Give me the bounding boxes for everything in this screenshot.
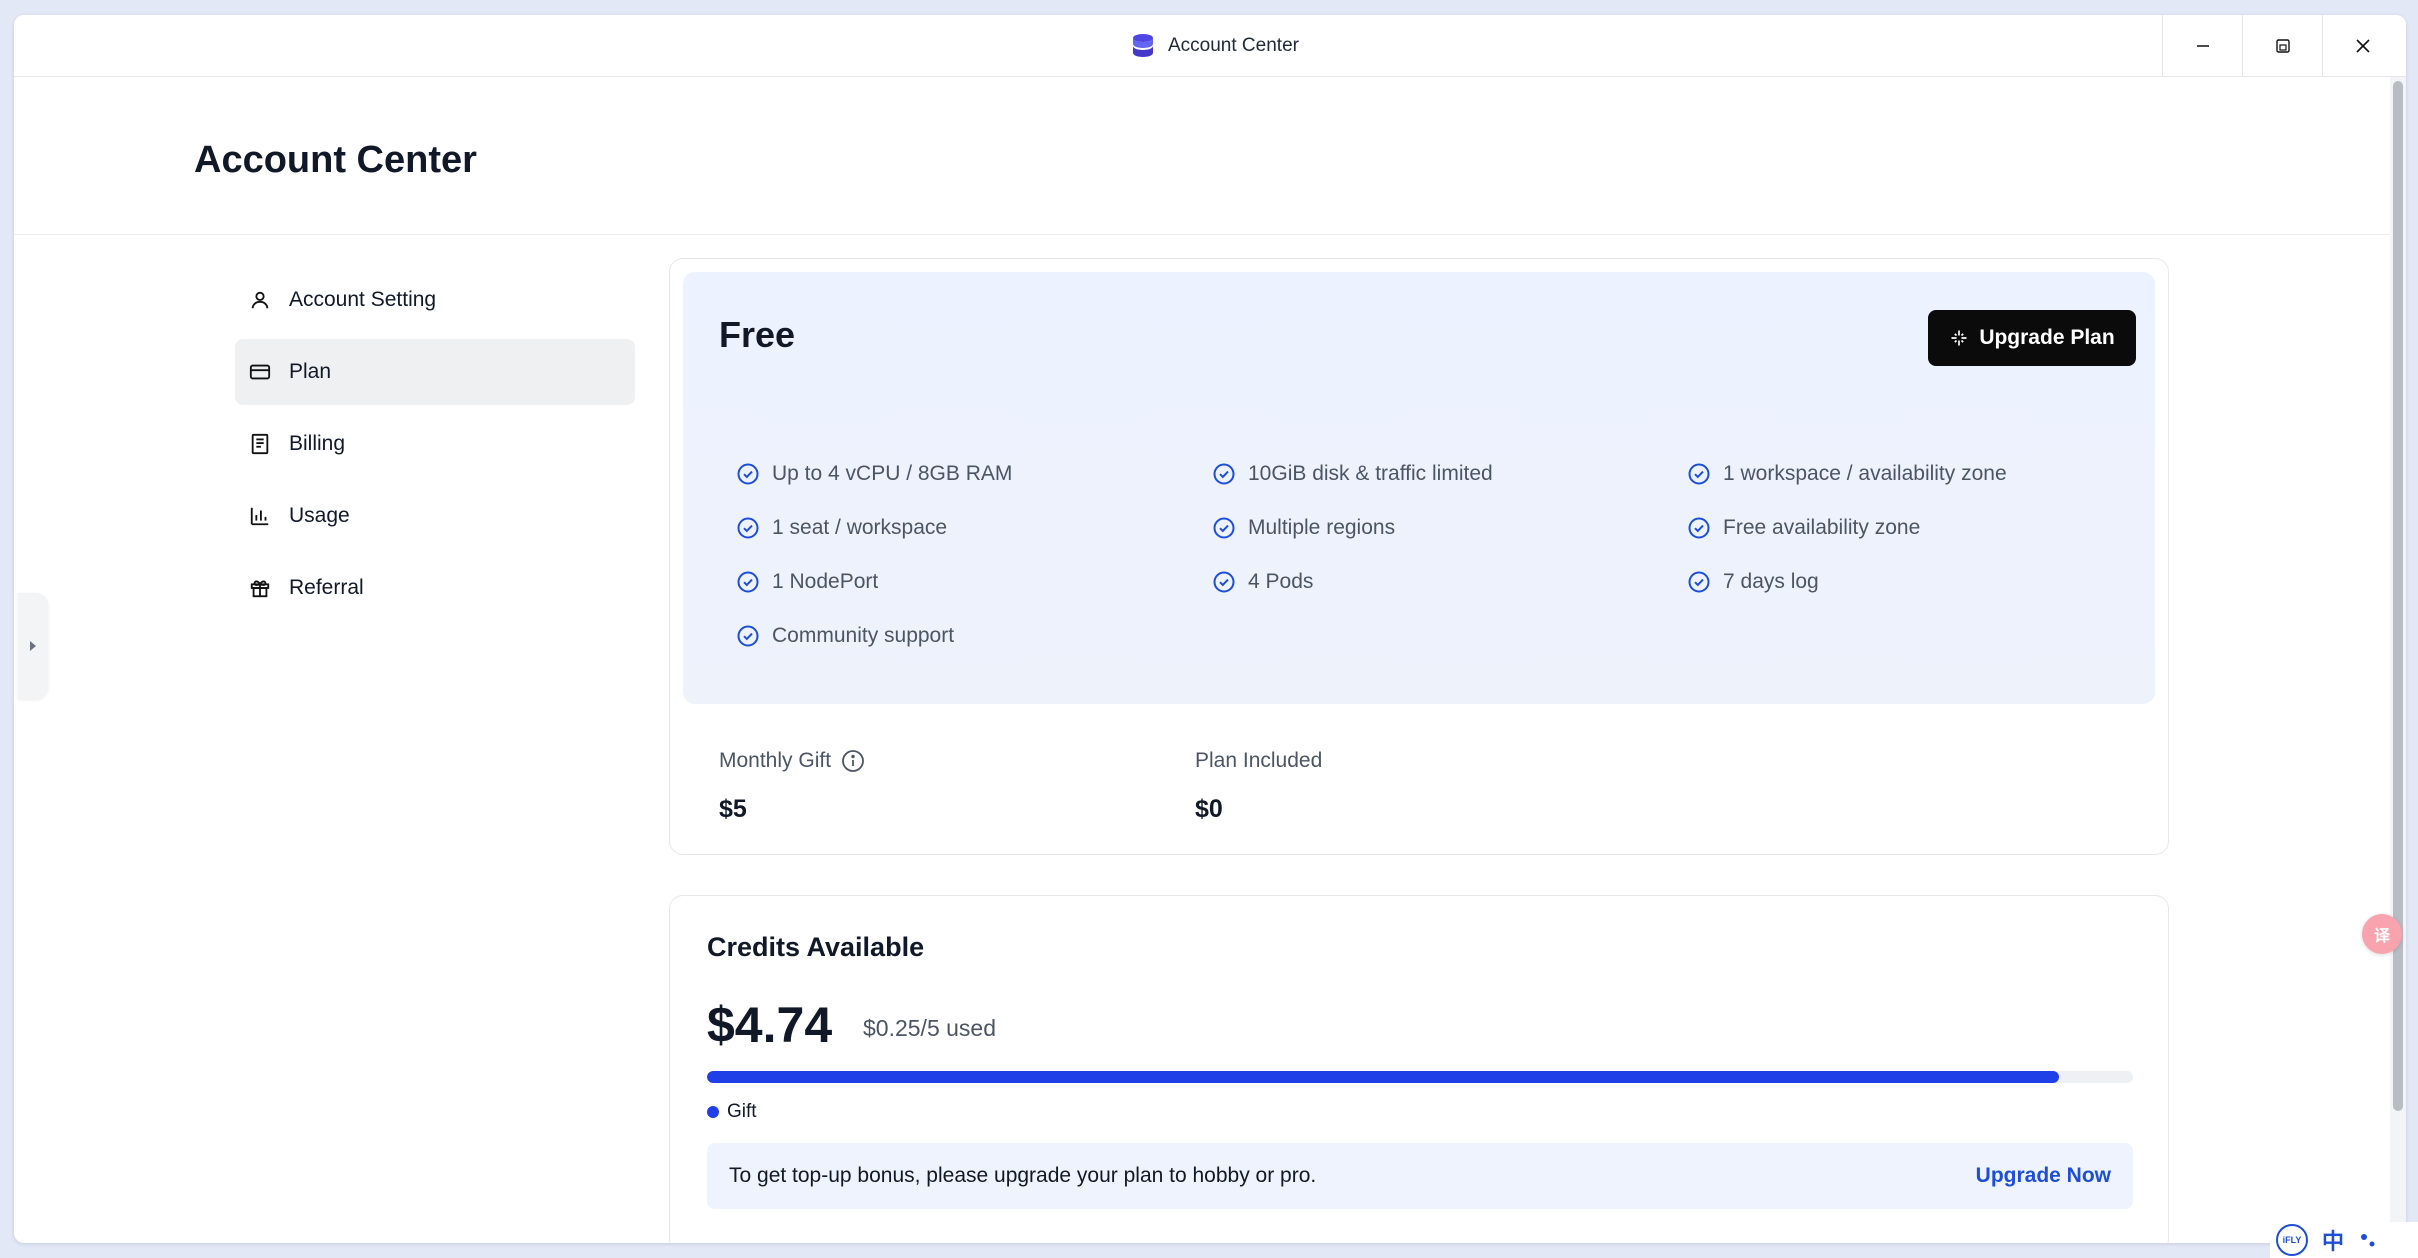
feature-item: Community support <box>736 624 954 648</box>
sidebar-item-label: Referral <box>289 576 364 599</box>
minimize-button[interactable] <box>2162 15 2242 77</box>
credits-title: Credits Available <box>707 932 925 962</box>
sidebar-item-label: Plan <box>289 360 332 383</box>
feature-label: Multiple regions <box>1248 516 1396 539</box>
scrollbar-thumb[interactable] <box>2393 81 2403 1111</box>
feature-label: 7 days log <box>1723 570 1819 593</box>
feature-item: 1 seat / workspace <box>736 516 947 540</box>
check-circle-icon <box>1688 517 1710 539</box>
feature-item: Up to 4 vCPU / 8GB RAM <box>736 462 1012 486</box>
user-icon <box>251 291 269 309</box>
credits-progress-bar <box>707 1071 2133 1083</box>
sparkle-icon <box>1951 330 1967 346</box>
close-icon <box>2355 39 2370 53</box>
feature-label: Community support <box>772 624 955 647</box>
chevron-right-icon <box>30 641 36 651</box>
progress-legend: Gift <box>707 1101 757 1123</box>
translate-icon[interactable]: 译 <box>2362 914 2402 954</box>
feature-item: 7 days log <box>1687 570 1819 594</box>
receipt-icon <box>251 433 269 455</box>
feature-label: Free availability zone <box>1723 516 1921 539</box>
punctuation-icon[interactable] <box>2358 1230 2378 1250</box>
database-icon <box>1132 33 1154 59</box>
monthly-gift-value: $5 <box>719 795 747 823</box>
banner-text: To get top-up bonus, please upgrade your… <box>729 1164 1317 1187</box>
page-title: Account Center <box>194 139 477 181</box>
sidebar-item-plan[interactable]: Plan <box>235 339 635 405</box>
check-circle-icon <box>737 463 759 485</box>
check-circle-icon <box>1213 463 1235 485</box>
ime-tray: iFLY 中 <box>2270 1222 2418 1258</box>
legend-label: Gift <box>727 1101 757 1122</box>
check-circle-icon <box>1688 463 1710 485</box>
page-header: Account Center <box>14 77 2390 235</box>
minimize-icon <box>2196 45 2209 47</box>
monthly-gift-label: Monthly Gift <box>719 749 865 773</box>
app-window: Account Center Account Center Account Se… <box>14 15 2406 1243</box>
restore-icon <box>2275 39 2290 53</box>
gift-icon <box>250 580 270 598</box>
plan-card: Free Upgrade Plan <box>669 258 2169 855</box>
feature-label: 1 NodePort <box>772 570 879 593</box>
check-circle-icon <box>737 517 759 539</box>
feature-item: 1 NodePort <box>736 570 878 594</box>
bar-chart-icon <box>250 507 269 526</box>
plan-included-label: Plan Included <box>1195 749 1322 773</box>
sidebar-item-referral[interactable]: Referral <box>235 555 635 621</box>
sidebar-item-usage[interactable]: Usage <box>235 483 635 549</box>
check-circle-icon <box>737 571 759 593</box>
upgrade-plan-button[interactable]: Upgrade Plan <box>1928 310 2136 366</box>
check-circle-icon <box>737 625 759 647</box>
sidebar-nav: Account Setting Plan Billing Usage Refer… <box>235 267 635 627</box>
feature-item: 1 workspace / availability zone <box>1687 462 2007 486</box>
feature-label: 10GiB disk & traffic limited <box>1248 462 1493 485</box>
ime-mode-label[interactable]: 中 <box>2322 1224 2344 1256</box>
title-bar-center: Account Center <box>1132 33 1299 59</box>
feature-item: Free availability zone <box>1687 516 1920 540</box>
check-circle-icon <box>1213 571 1235 593</box>
sidebar-expand-handle[interactable] <box>18 593 48 699</box>
feature-label: 1 workspace / availability zone <box>1723 462 2007 485</box>
window-title: Account Center <box>1168 35 1299 56</box>
credit-card-icon <box>249 364 271 380</box>
close-button[interactable] <box>2322 15 2402 77</box>
restore-button[interactable] <box>2242 15 2322 77</box>
credits-progress-fill <box>707 1071 2059 1083</box>
plan-name: Free <box>719 314 796 355</box>
ifly-icon[interactable]: iFLY <box>2276 1224 2308 1256</box>
sidebar-item-label: Usage <box>289 504 350 527</box>
plan-included-value: $0 <box>1195 795 1223 823</box>
sidebar-item-account-setting[interactable]: Account Setting <box>235 267 635 333</box>
feature-item: 4 Pods <box>1212 570 1313 594</box>
sidebar-item-label: Billing <box>289 432 346 455</box>
monthly-gift-label-text: Monthly Gift <box>719 749 832 772</box>
upgrade-plan-label: Upgrade Plan <box>1979 326 2115 349</box>
sidebar-item-billing[interactable]: Billing <box>235 411 635 477</box>
feature-item: 10GiB disk & traffic limited <box>1212 462 1493 486</box>
sidebar-item-label: Account Setting <box>289 288 437 311</box>
credits-card: Credits Available $4.74 $0.25/5 used Gif… <box>669 895 2169 1243</box>
feature-label: Up to 4 vCPU / 8GB RAM <box>772 462 1013 485</box>
feature-label: 1 seat / workspace <box>772 516 948 539</box>
credits-amount: $4.74 <box>707 997 833 1053</box>
check-circle-icon <box>1213 517 1235 539</box>
credits-used: $0.25/5 used <box>863 1015 997 1041</box>
plan-included-label-text: Plan Included <box>1195 749 1323 772</box>
upgrade-now-link[interactable]: Upgrade Now <box>1976 1164 2111 1188</box>
feature-item: Multiple regions <box>1212 516 1395 540</box>
legend-dot <box>707 1106 719 1118</box>
feature-label: 4 Pods <box>1248 570 1314 593</box>
title-bar: Account Center <box>14 15 2406 77</box>
info-icon[interactable] <box>841 749 865 773</box>
check-circle-icon <box>1688 571 1710 593</box>
upgrade-banner: To get top-up bonus, please upgrade your… <box>707 1143 2133 1209</box>
